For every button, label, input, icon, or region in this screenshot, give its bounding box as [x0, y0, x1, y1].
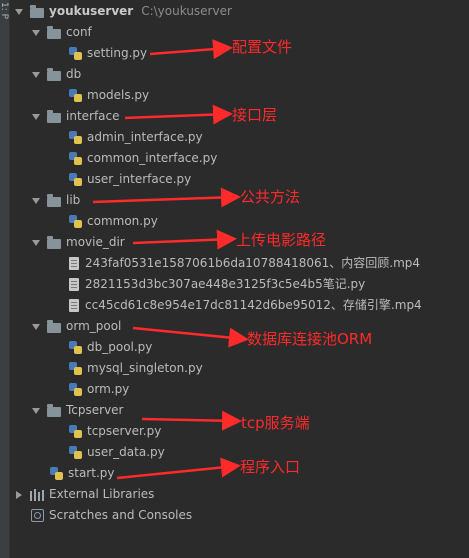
annotation-tcp: tcp服务端	[241, 414, 310, 432]
annotation-entry: 程序入口	[240, 458, 301, 476]
annotation-orm: 数据库连接池ORM	[247, 330, 373, 348]
arrow-orm	[132, 326, 249, 348]
annotation-upload: 上传电影路径	[236, 231, 327, 249]
annotation-interface: 接口层	[232, 106, 278, 124]
arrow-interface	[124, 104, 233, 125]
arrow-common	[92, 187, 241, 208]
annotation-config: 配置文件	[232, 38, 293, 56]
annotation-arrows	[92, 39, 249, 480]
arrow-tcp	[141, 410, 242, 431]
arrow-upload	[132, 229, 237, 250]
annotation-common: 公共方法	[240, 188, 301, 206]
arrow-entry	[116, 457, 241, 480]
arrow-config	[149, 39, 233, 60]
